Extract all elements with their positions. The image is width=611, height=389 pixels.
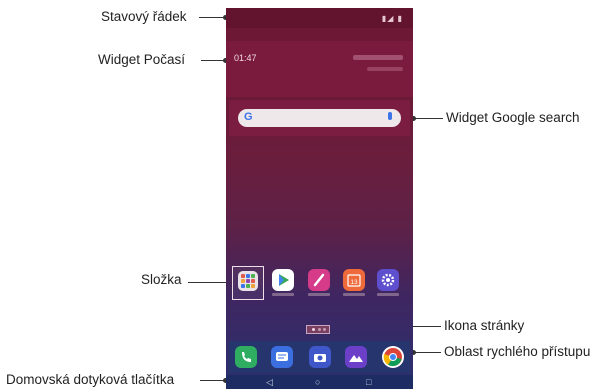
svg-text:13: 13: [350, 279, 358, 286]
google-logo-icon: G: [244, 111, 253, 123]
play-store-icon[interactable]: [272, 269, 294, 291]
label-quick-access: Oblast rychlého přístupu: [444, 344, 591, 359]
phone-screen: ▮◢ ▮ 01:47 G 13 ◁ ○ □: [226, 8, 413, 389]
status-bar: ▮◢ ▮: [226, 8, 413, 28]
messages-icon[interactable]: [271, 346, 293, 368]
calendar-icon[interactable]: 13: [343, 269, 365, 291]
navigation-bar: ◁ ○ □: [226, 375, 413, 389]
label-weather-widget: Widget Počasí: [98, 52, 186, 67]
settings-icon[interactable]: [377, 269, 399, 291]
home-app-row: 13: [232, 266, 407, 300]
weather-location-text: [353, 55, 403, 60]
chrome-icon[interactable]: [382, 346, 404, 368]
home-icon[interactable]: ○: [315, 376, 320, 388]
microphone-icon[interactable]: [388, 112, 392, 120]
label-page-icon: Ikona stránky: [444, 318, 525, 333]
app-folder[interactable]: [232, 266, 264, 300]
google-search-bar[interactable]: G: [238, 109, 401, 127]
phone-icon[interactable]: [235, 346, 257, 368]
camera-icon[interactable]: [309, 346, 331, 368]
leader-home-buttons: [200, 378, 228, 383]
label-folder: Složka: [141, 272, 182, 287]
quick-access-dock: [229, 341, 410, 373]
recents-icon[interactable]: □: [366, 376, 371, 388]
label-home-buttons: Domovská dotyková tlačítka: [6, 372, 175, 387]
page-indicator[interactable]: [306, 325, 330, 334]
notes-icon[interactable]: [308, 269, 330, 291]
back-icon[interactable]: ◁: [266, 376, 273, 388]
weather-time: 01:47: [234, 53, 257, 63]
leader-quick-access: [411, 350, 441, 355]
leader-google-widget: [411, 116, 443, 121]
gallery-icon[interactable]: [345, 346, 367, 368]
label-status-bar: Stavový řádek: [101, 9, 187, 24]
leader-weather-widget: [201, 58, 228, 63]
weather-widget[interactable]: 01:47: [226, 41, 413, 97]
google-search-widget: G: [229, 100, 410, 136]
weather-date-text: [367, 67, 403, 71]
label-google-widget: Widget Google search: [446, 110, 580, 125]
leader-status-bar: [199, 15, 228, 20]
folder-icon: [238, 271, 258, 291]
status-icons: ▮◢ ▮: [381, 14, 403, 23]
